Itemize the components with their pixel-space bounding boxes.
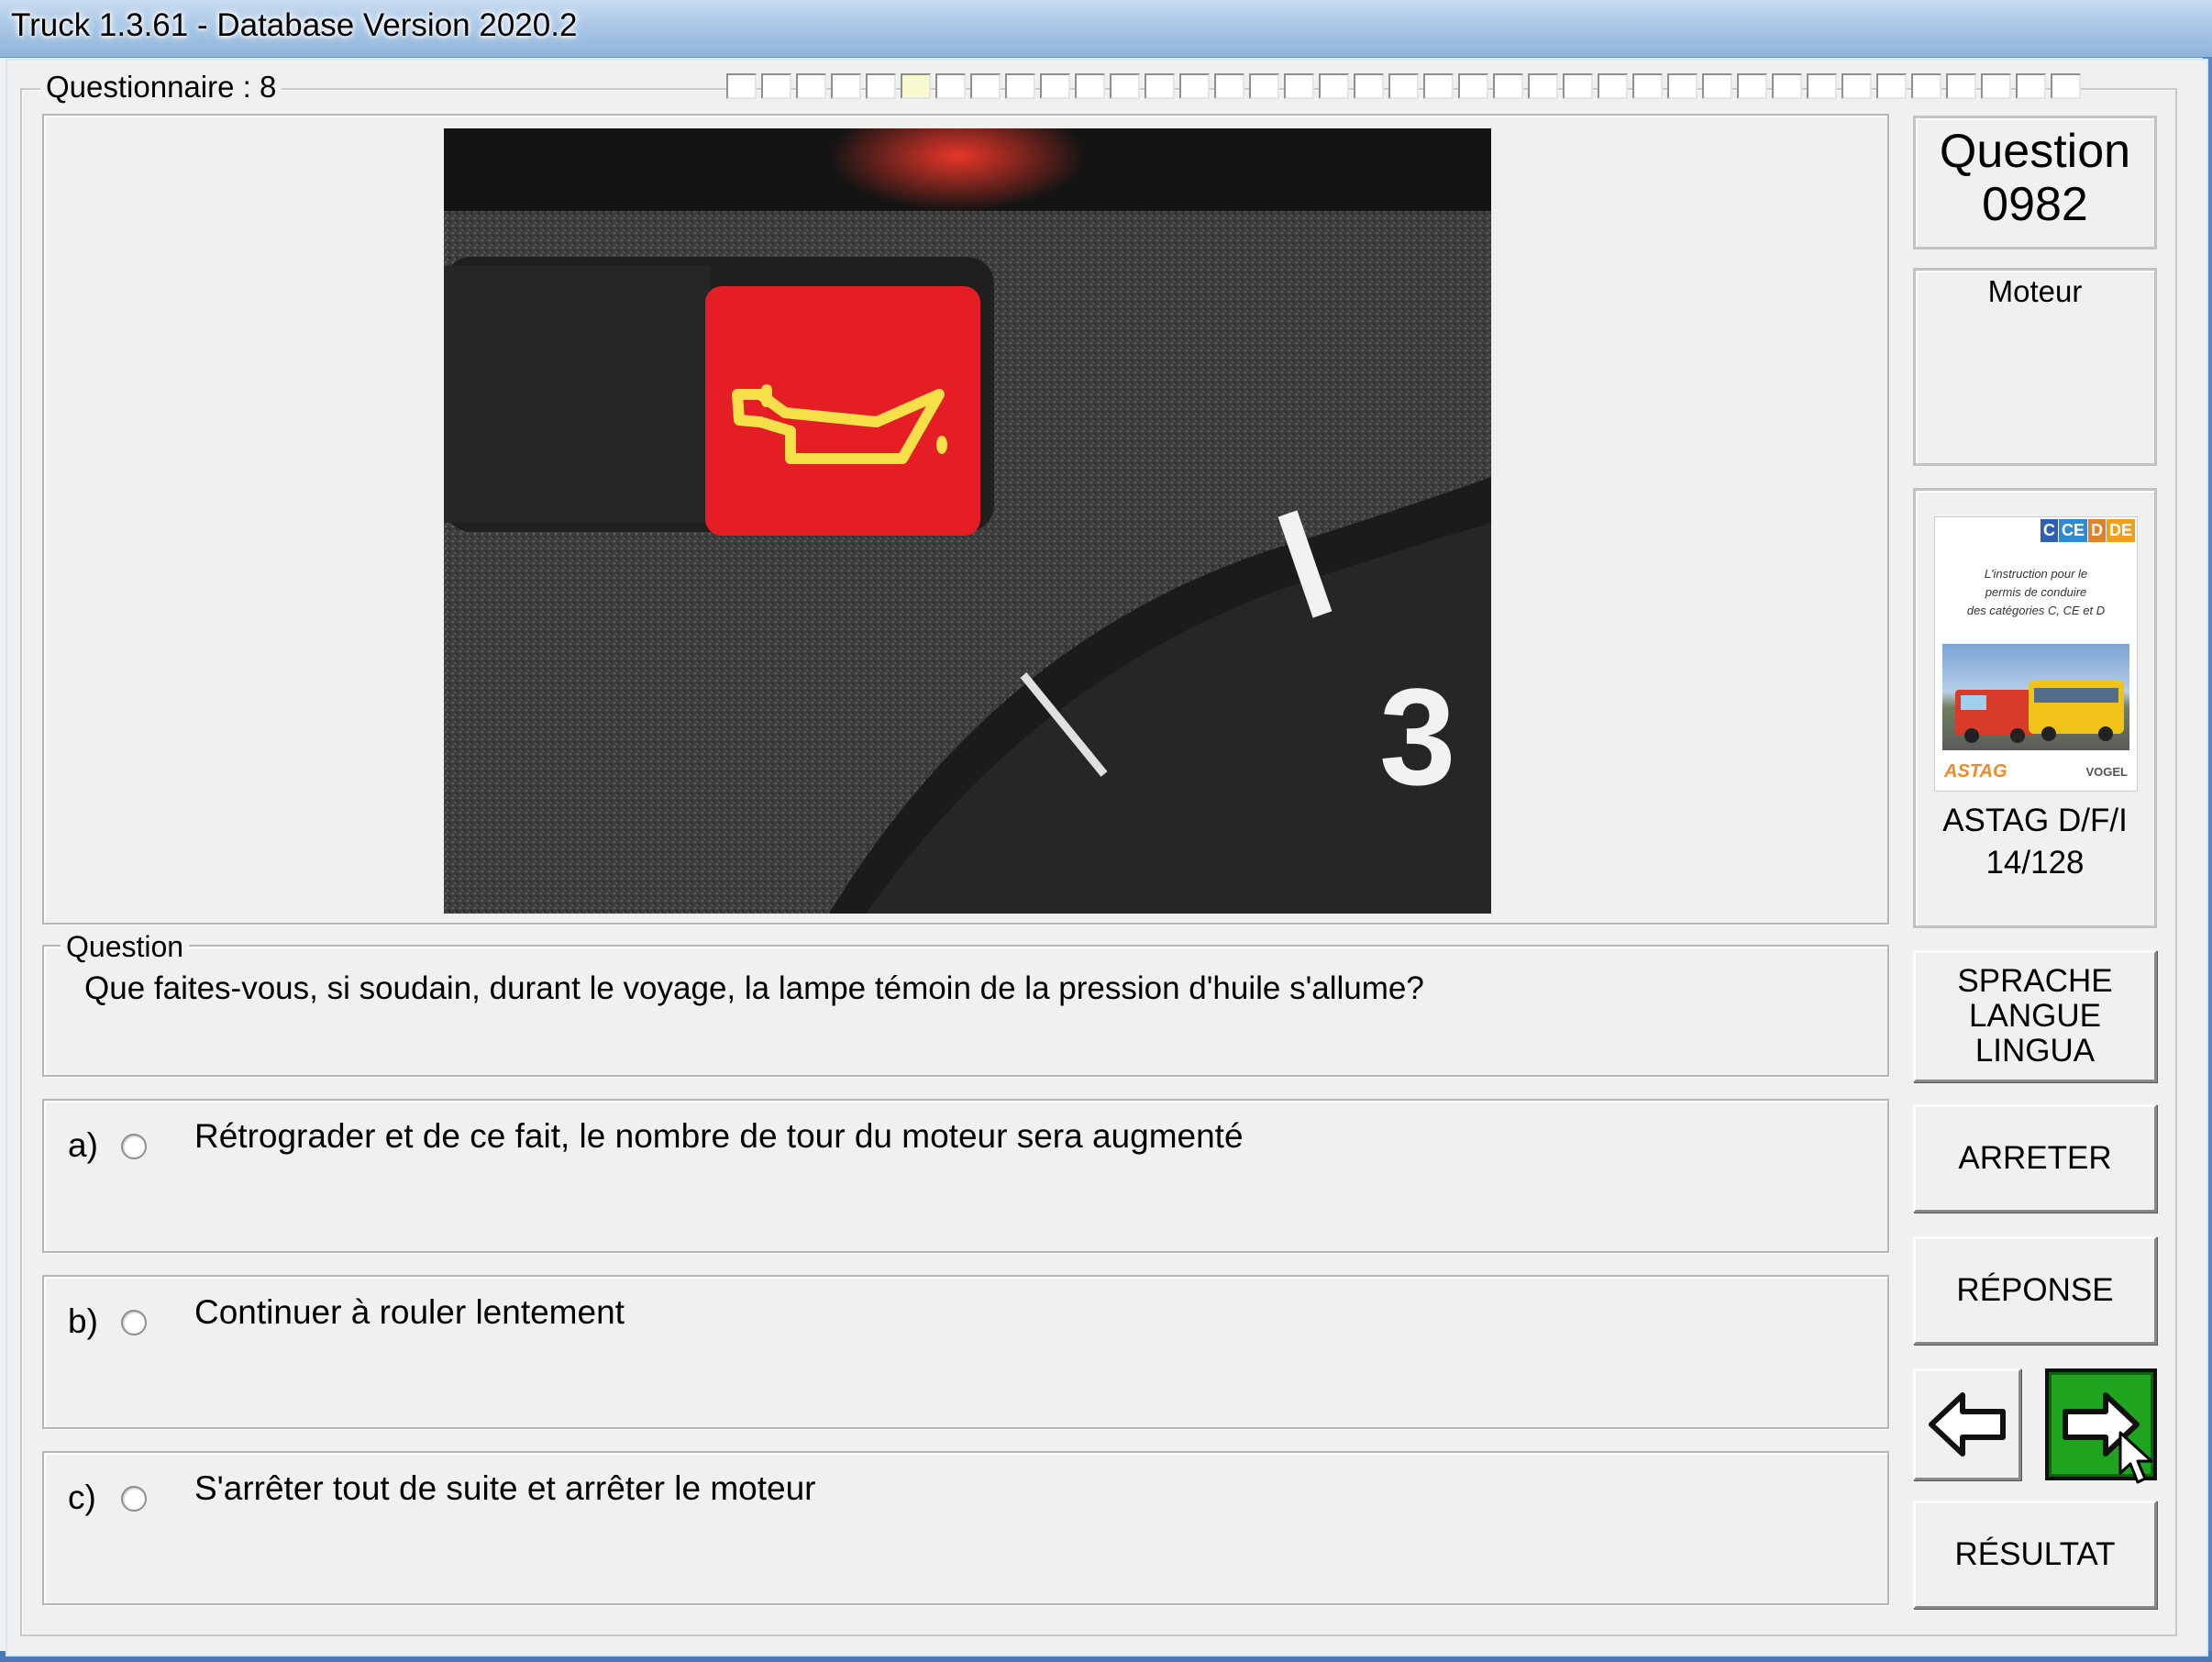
progress-cell: [1145, 73, 1175, 99]
question-panel: [42, 945, 1889, 1077]
answer-button[interactable]: RÉPONSE: [1913, 1236, 2157, 1345]
language-label-de: SPRACHE: [1957, 963, 2113, 999]
book-name: ASTAG D/F/I: [1942, 803, 2128, 838]
progress-cell: [1493, 73, 1523, 99]
warning-lamp: [705, 286, 980, 536]
answer-letter: b): [68, 1302, 98, 1340]
category-name: Moteur: [1987, 274, 2083, 308]
progress-cell: [2051, 73, 2081, 99]
progress-cell: [1110, 73, 1140, 99]
progress-cell: [1737, 73, 1767, 99]
progress-cell: [1179, 73, 1210, 99]
progress-cell: [1981, 73, 2011, 99]
progress-cell: [1319, 73, 1349, 99]
title-bar: Truck 1.3.61 - Database Version 2020.2: [0, 0, 2212, 58]
progress-cell: [970, 73, 1001, 99]
progress-cell: [1423, 73, 1454, 99]
book-page: 14/128: [1985, 845, 2085, 881]
progress-cell: [1388, 73, 1419, 99]
question-text: Que faites-vous, si soudain, durant le v…: [84, 970, 1424, 1006]
progress-cell: [1632, 73, 1663, 99]
book-category-tag: DE: [2106, 519, 2135, 542]
book-category-tag: CE: [2058, 519, 2087, 542]
progress-cell: [1354, 73, 1384, 99]
progress-cell: [1005, 73, 1035, 99]
answer-radio-b[interactable]: [121, 1310, 147, 1335]
progress-cell: [1876, 73, 1907, 99]
question-image: 3: [444, 128, 1491, 914]
progress-cell: [1772, 73, 1802, 99]
publisher-logo-right: VOGEL: [2085, 765, 2128, 779]
language-label-it: LINGUA: [1974, 1033, 2096, 1069]
answer-letter: a): [68, 1126, 98, 1164]
book-category-tag: C: [2040, 519, 2058, 542]
question-number-label: Question: [1939, 125, 2131, 178]
progress-cell: [761, 73, 791, 99]
progress-cell-current: [901, 73, 931, 99]
answer-radio-c[interactable]: [121, 1486, 147, 1512]
answer-text-a[interactable]: Rétrograder et de ce fait, le nombre de …: [194, 1117, 1244, 1156]
progress-cell: [1249, 73, 1279, 99]
progress-cell: [1807, 73, 1837, 99]
progress-cell: [1946, 73, 1976, 99]
book-cover: C CE D DE L'instruction pour le permis de c…: [1934, 516, 2138, 792]
book-cover-photo: [1942, 644, 2129, 750]
progress-cell: [1214, 73, 1244, 99]
book-category-tag: D: [2087, 519, 2106, 542]
progress-cell: [935, 73, 966, 99]
progress-cell: [1528, 73, 1558, 99]
progress-cell: [831, 73, 861, 99]
question-section-label: Question: [61, 930, 190, 964]
questionnaire-progress: [726, 73, 2081, 101]
arrow-left-icon: [1929, 1392, 2006, 1457]
progress-cell: [1702, 73, 1732, 99]
previous-button[interactable]: [1913, 1368, 2021, 1480]
window-title: Truck 1.3.61 - Database Version 2020.2: [11, 7, 578, 43]
result-button[interactable]: RÉSULTAT: [1913, 1501, 2157, 1609]
publisher-logo-left: ASTAG: [1944, 761, 2007, 781]
progress-cell: [2016, 73, 2046, 99]
progress-cell: [1458, 73, 1488, 99]
progress-cell: [1563, 73, 1593, 99]
truck-illustration: [1955, 690, 2034, 743]
stop-button[interactable]: ARRETER: [1913, 1104, 2157, 1213]
answer-letter: c): [68, 1479, 96, 1516]
progress-cell: [1841, 73, 1872, 99]
bus-illustration: [2029, 681, 2124, 741]
progress-cell: [1284, 73, 1314, 99]
progress-cell: [796, 73, 826, 99]
answer-text-c[interactable]: S'arrêter tout de suite et arrêter le mo…: [194, 1469, 816, 1508]
progress-cell: [1040, 73, 1070, 99]
mouse-cursor-icon: [2118, 1431, 2153, 1484]
category-box: Moteur: [1913, 268, 2157, 466]
question-number: 0982: [1982, 178, 2088, 231]
gauge-number: 3: [1379, 659, 1455, 814]
answer-text-b[interactable]: Continuer à rouler lentement: [194, 1293, 625, 1332]
progress-cell: [1911, 73, 1941, 99]
progress-cell: [726, 73, 757, 99]
question-number-box: Question 0982: [1913, 116, 2157, 249]
reference-book-box: C CE D DE L'instruction pour le permis de c…: [1913, 488, 2157, 928]
questionnaire-label: Questionnaire : 8: [40, 70, 282, 105]
language-button[interactable]: SPRACHE LANGUE LINGUA: [1913, 950, 2157, 1082]
progress-cell: [866, 73, 896, 99]
progress-cell: [1667, 73, 1698, 99]
language-label-fr: LANGUE: [1969, 998, 2101, 1034]
book-category-tags: C CE D DE: [2040, 519, 2135, 542]
progress-cell: [1075, 73, 1105, 99]
answer-radio-a[interactable]: [121, 1134, 147, 1159]
book-cover-text: L'instruction pour le permis de conduire…: [1966, 567, 2106, 617]
progress-cell: [1598, 73, 1628, 99]
